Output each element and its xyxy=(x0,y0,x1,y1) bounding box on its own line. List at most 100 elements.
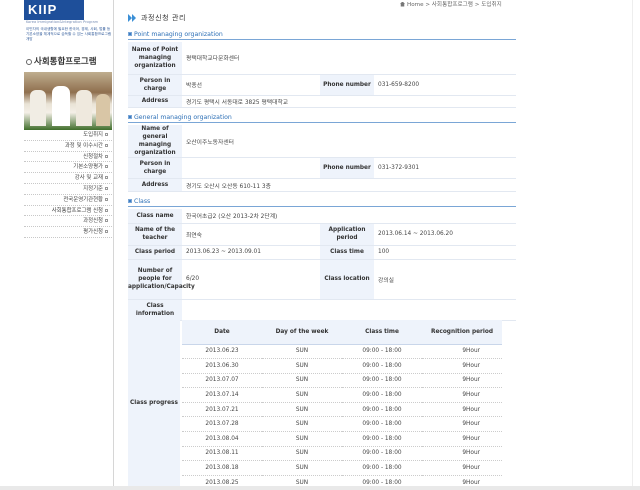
schedule-scroll-area[interactable]: Date Day of the week Class time Recognit… xyxy=(182,320,502,486)
day-cell: SUN xyxy=(262,344,342,360)
vertical-scrollbar[interactable] xyxy=(632,0,640,490)
class-location-value: 강의실 xyxy=(374,259,516,300)
time-cell: 09:00 - 18:00 xyxy=(342,344,422,360)
breadcrumb-home[interactable]: Home xyxy=(407,2,424,8)
recognition-cell: 9Hour xyxy=(422,446,502,462)
sidebar-item-label: 도입취지 xyxy=(83,132,103,138)
class-time-label: Class time xyxy=(320,245,374,260)
day-cell: SUN xyxy=(262,431,342,447)
phone-label: Phone number xyxy=(320,157,374,179)
org-name-label: Name of general managing organization xyxy=(128,125,182,158)
person-label: Person in charge xyxy=(128,74,182,96)
sidebar-item-course-hours[interactable]: 과정 및 이수시간 xyxy=(24,141,112,152)
sidebar-item-label: 사회통합프로그램 신청 xyxy=(51,207,103,214)
class-name-value: 한국어초급2 (오산 2013-2차 2단계) xyxy=(182,209,516,224)
date-cell: 2013.07.28 xyxy=(182,416,262,433)
recognition-cell: 9Hour xyxy=(422,475,502,486)
sidebar-item-teachers[interactable]: 강사 및 교재 xyxy=(24,173,112,184)
date-cell: 2013.07.21 xyxy=(182,402,262,418)
day-cell: SUN xyxy=(262,373,342,389)
table-row: 2013.07.14 SUN 09:00 - 18:00 9Hour xyxy=(182,387,502,403)
date-cell: 2013.07.14 xyxy=(182,387,262,403)
sidebar-item-label: 기본소양평가 xyxy=(73,164,103,171)
recognition-cell: 9Hour xyxy=(422,387,502,403)
col-day: Day of the week xyxy=(262,320,342,345)
square-bullet-icon xyxy=(105,186,108,190)
recognition-cell: 9Hour xyxy=(422,460,502,476)
capacity-value: 6/20 xyxy=(182,259,320,300)
day-cell: SUN xyxy=(262,402,342,418)
kiip-logo[interactable]: KIIP xyxy=(24,0,84,20)
day-cell: SUN xyxy=(262,387,342,403)
section-class: Class xyxy=(128,198,516,207)
sidebar-item-label: 평가신청 xyxy=(83,229,103,236)
person-value: 박종선 xyxy=(182,74,320,96)
schedule-table: Date Day of the week Class time Recognit… xyxy=(182,320,502,486)
time-cell: 09:00 - 18:00 xyxy=(342,402,422,418)
sidebar-item-criteria[interactable]: 지정기준 xyxy=(24,184,112,195)
section-title: General managing organization xyxy=(134,114,232,121)
table-row: 2013.06.23 SUN 09:00 - 18:00 9Hour xyxy=(182,344,502,360)
date-cell: 2013.08.18 xyxy=(182,460,262,476)
program-photo xyxy=(24,72,112,130)
day-cell: SUN xyxy=(262,358,342,374)
org-name-label: Name of Point managing organization xyxy=(128,42,182,75)
sidebar-item-label: 강사 및 교재 xyxy=(74,175,103,182)
brand-subtitle: Korea Immigration&Integration Program xyxy=(26,20,99,24)
class-period-value: 2013.06.23 ~ 2013.09.01 xyxy=(182,245,320,260)
section-bullet-icon xyxy=(128,198,132,203)
day-cell: SUN xyxy=(262,446,342,462)
date-cell: 2013.06.23 xyxy=(182,344,262,360)
day-cell: SUN xyxy=(262,460,342,476)
org-name-value: 오산이주노동자센터 xyxy=(182,125,517,158)
class-information-label: Class information xyxy=(128,299,182,321)
table-row: 2013.07.07 SUN 09:00 - 18:00 9Hour xyxy=(182,373,502,389)
time-cell: 09:00 - 18:00 xyxy=(342,387,422,403)
horizontal-scrollbar[interactable] xyxy=(0,486,640,490)
date-cell: 2013.08.04 xyxy=(182,431,262,447)
org-name-value: 평택대학교다문화센터 xyxy=(182,42,517,75)
table-row: 2013.08.18 SUN 09:00 - 18:00 9Hour xyxy=(182,460,502,476)
sidebar-item-basic-test[interactable]: 기본소양평가 xyxy=(24,162,112,174)
square-bullet-icon xyxy=(105,219,108,223)
brand-area[interactable]: KIIP Korea Immigration&Integration Progr… xyxy=(24,0,114,50)
capacity-label: Number of people for application/Capacit… xyxy=(128,259,195,300)
section-title: Class xyxy=(134,198,151,205)
program-title-text: 사회통합프로그램 xyxy=(34,57,97,67)
phone-value: 031-372-9301 xyxy=(374,157,517,179)
point-org-table: Name of Point managing organization 평택대학… xyxy=(128,42,517,108)
sidebar-item-procedure[interactable]: 신청절차 xyxy=(24,152,112,163)
sidebar-item-program-apply[interactable]: 사회통합프로그램 신청 xyxy=(24,206,112,217)
schedule-body: 2013.06.23 SUN 09:00 - 18:00 9Hour 2013.06.3… xyxy=(182,344,502,486)
class-location-label: Class location xyxy=(320,259,374,300)
col-recognition: Recognition period xyxy=(422,320,502,345)
col-date: Date xyxy=(182,320,262,345)
sidebar-item-label: 지정기준 xyxy=(83,185,103,192)
table-row: 2013.07.21 SUN 09:00 - 18:00 9Hour xyxy=(182,402,502,418)
person-value xyxy=(182,157,320,179)
day-cell: SUN xyxy=(262,416,342,433)
section-point-org: Point managing organization xyxy=(128,31,516,40)
col-class-time: Class time xyxy=(342,320,422,345)
date-cell: 2013.08.11 xyxy=(182,446,262,462)
home-icon[interactable] xyxy=(400,1,405,7)
breadcrumb-path[interactable]: > 사회통합프로그램 > 도입취지 xyxy=(425,2,501,8)
sidebar-item-course-apply[interactable]: 과정신청 xyxy=(24,216,112,228)
day-cell: SUN xyxy=(262,475,342,486)
recognition-cell: 9Hour xyxy=(422,358,502,374)
date-cell: 2013.06.30 xyxy=(182,358,262,374)
section-general-org: General managing organization xyxy=(128,114,516,123)
sidebar-divider xyxy=(113,0,114,490)
square-bullet-icon xyxy=(105,133,108,136)
square-bullet-icon xyxy=(105,143,108,147)
page-title: 과정신청 관리 xyxy=(141,14,187,22)
sidebar-item-institutions[interactable]: 전국운영기관현황 xyxy=(24,195,112,206)
sidebar-item-label: 신청절차 xyxy=(83,153,103,160)
program-title: 사회통합프로그램 xyxy=(26,55,118,67)
sidebar-item-intro[interactable]: 도입취지 xyxy=(24,130,112,141)
teacher-label: Name of the teacher xyxy=(128,223,182,246)
date-cell: 2013.07.07 xyxy=(182,373,262,389)
table-row: 2013.07.28 SUN 09:00 - 18:00 9Hour xyxy=(182,416,502,433)
sidebar: KIIP Korea Immigration&Integration Progr… xyxy=(0,0,118,490)
sidebar-item-test-apply[interactable]: 평가신청 xyxy=(24,227,112,238)
